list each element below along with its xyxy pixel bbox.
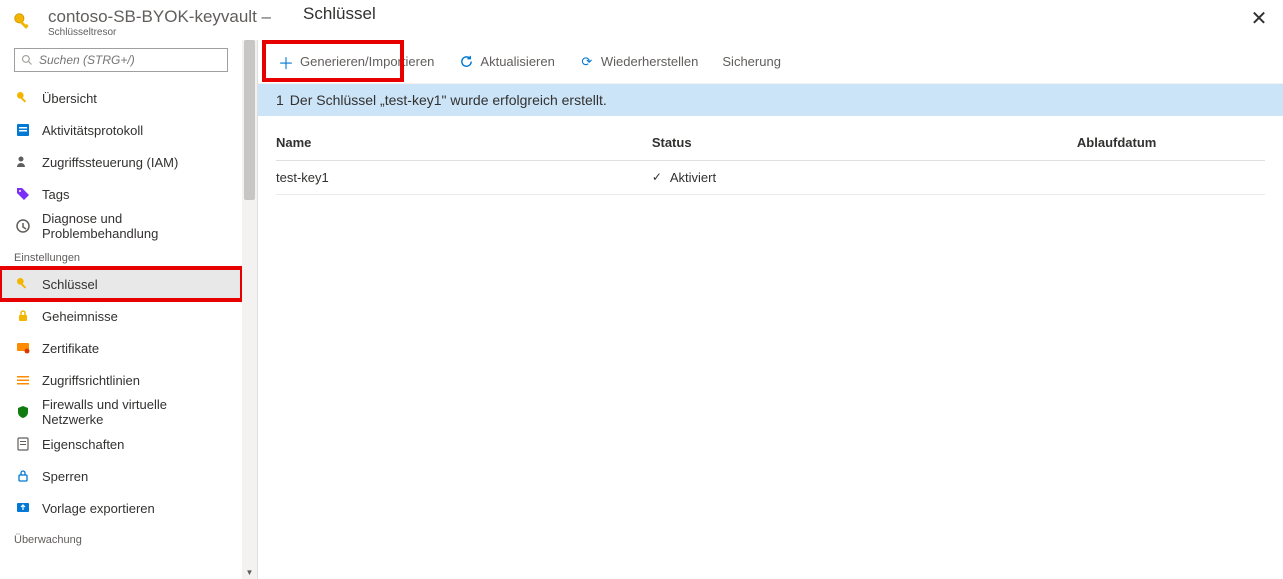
policy-icon	[14, 371, 32, 389]
keyvault-icon	[10, 9, 36, 35]
close-icon: ✕	[1251, 6, 1268, 31]
firewall-icon	[14, 403, 32, 421]
sidebar-item-secrets[interactable]: Geheimnisse	[0, 300, 242, 332]
close-button[interactable]: ✕	[1247, 6, 1271, 30]
page-title: Schlüssel	[303, 4, 376, 24]
sidebar-item-tags[interactable]: Tags	[0, 178, 242, 210]
sidebar-section-monitoring: Überwachung	[0, 524, 242, 550]
notification-count: 1	[276, 92, 284, 108]
key-icon	[14, 89, 32, 107]
breadcrumb[interactable]: contoso-SB-BYOK-keyvault –	[48, 7, 271, 27]
log-icon	[14, 121, 32, 139]
sidebar-item-label: Zugriffsrichtlinien	[42, 373, 140, 388]
sidebar-item-label: Aktivitätsprotokoll	[42, 123, 143, 138]
sidebar-item-label: Zugriffssteuerung (IAM)	[42, 155, 178, 170]
cert-icon	[14, 339, 32, 357]
notification-text: Der Schlüssel „test-key1" wurde erfolgre…	[290, 92, 607, 108]
sidebar-item-label: Schlüssel	[42, 277, 98, 292]
diagnose-icon	[14, 217, 32, 235]
refresh-button[interactable]: Aktualisieren	[448, 46, 564, 78]
restore-button[interactable]: ⟳ Wiederherstellen	[569, 46, 709, 78]
sidebar-item-firewalls[interactable]: Firewalls und virtuelle Netzwerke	[0, 396, 242, 428]
sidebar-item-label: Übersicht	[42, 91, 97, 106]
sidebar-item-keys[interactable]: Schlüssel	[0, 268, 242, 300]
tag-icon	[14, 185, 32, 203]
command-bar: ＋ Generieren/Importieren Aktualisieren ⟳…	[258, 40, 1283, 84]
backup-button[interactable]: Sicherung	[712, 46, 791, 78]
sidebar-item-export-template[interactable]: Vorlage exportieren	[0, 492, 242, 524]
keys-table: Name Status Ablaufdatum test-key1 ✓ Akti…	[276, 116, 1265, 195]
restore-icon: ⟳	[579, 54, 595, 70]
sidebar-item-label: Eigenschaften	[42, 437, 124, 452]
sidebar-item-iam[interactable]: Zugriffssteuerung (IAM)	[0, 146, 242, 178]
sidebar-scrollbar[interactable]: ▲ ▼	[242, 40, 257, 579]
toolbar-label: Aktualisieren	[480, 54, 554, 69]
generate-import-button[interactable]: ＋ Generieren/Importieren	[268, 46, 444, 78]
plus-icon: ＋	[278, 54, 294, 70]
scroll-thumb[interactable]	[244, 40, 255, 200]
column-header-status[interactable]: Status	[652, 116, 968, 160]
sidebar-item-label: Tags	[42, 187, 69, 202]
notification-bar: 1 Der Schlüssel „test-key1" wurde erfolg…	[258, 84, 1283, 116]
iam-icon	[14, 153, 32, 171]
sidebar-item-label: Firewalls und virtuelle Netzwerke	[42, 397, 228, 427]
column-header-name[interactable]: Name	[276, 116, 652, 160]
sidebar-item-overview[interactable]: Übersicht	[0, 82, 242, 114]
sidebar-item-access-policies[interactable]: Zugriffsrichtlinien	[0, 364, 242, 396]
properties-icon	[14, 435, 32, 453]
lock-icon	[14, 467, 32, 485]
sidebar-item-activity-log[interactable]: Aktivitätsprotokoll	[0, 114, 242, 146]
sidebar-item-diagnose[interactable]: Diagnose und Problembehandlung	[0, 210, 242, 242]
check-icon: ✓	[652, 170, 662, 184]
sidebar-item-properties[interactable]: Eigenschaften	[0, 428, 242, 460]
cell-expiry	[968, 160, 1265, 194]
sidebar-item-label: Vorlage exportieren	[42, 501, 155, 516]
toolbar-label: Wiederherstellen	[601, 54, 699, 69]
sidebar-search[interactable]	[14, 48, 228, 72]
blade-header: contoso-SB-BYOK-keyvault – Schlüsseltres…	[0, 0, 1283, 40]
sidebar: « Übersicht	[0, 40, 258, 579]
column-header-expiry[interactable]: Ablaufdatum	[968, 116, 1265, 160]
toolbar-label: Sicherung	[722, 54, 781, 69]
sidebar-item-certificates[interactable]: Zertifikate	[0, 332, 242, 364]
search-icon	[21, 54, 33, 66]
status-text: Aktiviert	[670, 170, 716, 185]
scroll-down-icon: ▼	[242, 568, 257, 577]
secret-icon	[14, 307, 32, 325]
cell-status: ✓ Aktiviert	[652, 160, 968, 194]
sidebar-item-label: Zertifikate	[42, 341, 99, 356]
table-row[interactable]: test-key1 ✓ Aktiviert	[276, 160, 1265, 194]
resource-type-label: Schlüsseltresor	[48, 27, 271, 38]
main-content: ＋ Generieren/Importieren Aktualisieren ⟳…	[258, 40, 1283, 579]
key-icon	[14, 275, 32, 293]
sidebar-item-label: Sperren	[42, 469, 88, 484]
export-icon	[14, 499, 32, 517]
toolbar-label: Generieren/Importieren	[300, 54, 434, 69]
refresh-icon	[458, 54, 474, 70]
cell-name: test-key1	[276, 160, 652, 194]
search-input[interactable]	[39, 53, 221, 67]
sidebar-item-label: Geheimnisse	[42, 309, 118, 324]
sidebar-item-locks[interactable]: Sperren	[0, 460, 242, 492]
sidebar-section-settings: Einstellungen	[0, 242, 242, 268]
sidebar-item-label: Diagnose und Problembehandlung	[42, 211, 228, 241]
